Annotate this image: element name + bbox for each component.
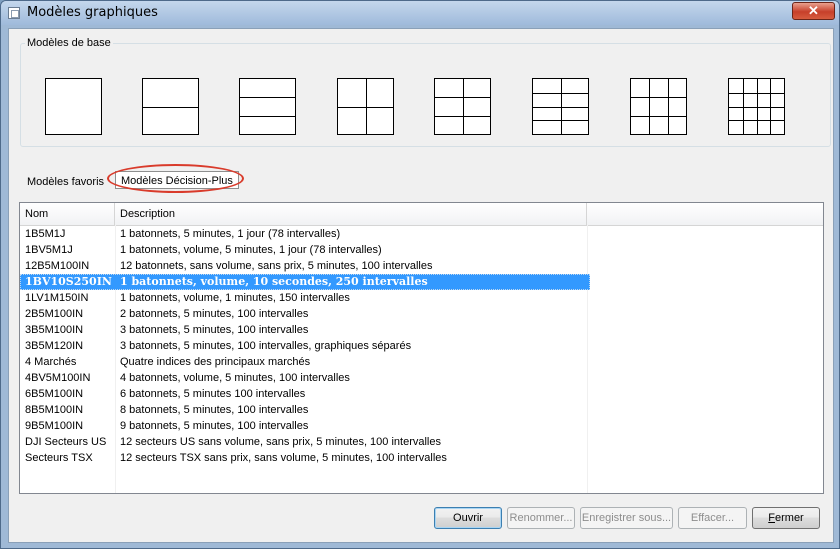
- cell-nom: 4 Marchés: [25, 356, 77, 368]
- cell-description: 1 batonnets, 5 minutes, 1 jour (78 inter…: [120, 228, 341, 240]
- close-accelerator: F: [768, 512, 775, 524]
- cell-nom: 6B5M100IN: [25, 388, 84, 400]
- cell-nom: DJI Secteurs US: [25, 436, 107, 448]
- cell-nom: 12B5M100IN: [25, 260, 90, 272]
- table-row[interactable]: 2B5M100IN 2 batonnets, 5 minutes, 100 int…: [20, 306, 590, 322]
- grid-line: [365, 79, 367, 134]
- base-templates-legend: Modèles de base: [27, 37, 111, 49]
- cell-description: 1 batonnets, volume, 10 secondes, 250 in…: [120, 275, 428, 288]
- cell-description: 8 batonnets, 5 minutes, 100 intervalles: [120, 404, 309, 416]
- table-row[interactable]: 1B5M1J 1 batonnets, 5 minutes, 1 jour (78…: [20, 226, 590, 242]
- grid-line: [143, 106, 198, 108]
- table-row[interactable]: 3B5M100IN 3 batonnets, 5 minutes, 100 int…: [20, 322, 590, 338]
- cell-description: 3 batonnets, 5 minutes, 100 intervalles,…: [120, 340, 412, 352]
- template-2-button[interactable]: [142, 78, 199, 135]
- window-title: Modèles graphiques: [27, 5, 158, 20]
- highlight-annotation: [107, 164, 244, 193]
- grid-line: [240, 97, 295, 99]
- table-row[interactable]: 6B5M100IN 6 batonnets, 5 minutes 100 inte…: [20, 386, 590, 402]
- models-table[interactable]: Nom Description 1B5M1J 1 batonnets, 5 min…: [19, 202, 824, 494]
- table-row[interactable]: 1LV1M150IN 1 batonnets, volume, 1 minutes…: [20, 290, 590, 306]
- close-label: ermer: [775, 512, 804, 524]
- cell-description: 9 batonnets, 5 minutes, 100 intervalles: [120, 420, 309, 432]
- grid-line: [742, 79, 744, 134]
- cell-description: 12 secteurs TSX sans prix, sans volume, …: [120, 452, 447, 464]
- cell-nom: 1BV5M1J: [25, 244, 73, 256]
- cell-description: 12 secteurs US sans volume, sans prix, 5…: [120, 436, 441, 448]
- table-row[interactable]: 1BV10S250IN 1 batonnets, volume, 10 secon…: [20, 274, 590, 290]
- close-window-button[interactable]: ✕: [792, 2, 835, 20]
- open-button[interactable]: Ouvrir: [434, 507, 502, 529]
- favorites-label: Modèles favoris: [27, 176, 105, 188]
- cell-description: 4 batonnets, volume, 5 minutes, 100 inte…: [120, 372, 350, 384]
- grid-line: [667, 79, 669, 134]
- table-row[interactable]: 8B5M100IN 8 batonnets, 5 minutes, 100 int…: [20, 402, 590, 418]
- template-3-button[interactable]: [239, 78, 296, 135]
- cell-description: 1 batonnets, volume, 1 minutes, 150 inte…: [120, 292, 350, 304]
- cell-nom: 4BV5M100IN: [25, 372, 91, 384]
- template-1-button[interactable]: [45, 78, 102, 135]
- close-button[interactable]: Fermer: [752, 507, 820, 529]
- table-row[interactable]: Secteurs TSX 12 secteurs TSX sans prix, s…: [20, 450, 590, 466]
- template-8-button[interactable]: [728, 78, 785, 135]
- grid-line: [631, 97, 686, 99]
- grid-line: [560, 79, 562, 134]
- cell-description: 3 batonnets, 5 minutes, 100 intervalles: [120, 324, 309, 336]
- table-row[interactable]: DJI Secteurs US 12 secteurs US sans volum…: [20, 434, 590, 450]
- template-7-button[interactable]: [630, 78, 687, 135]
- template-4-button[interactable]: [337, 78, 394, 135]
- template-6-button[interactable]: [532, 78, 589, 135]
- dialog-body: Modèles de base Modèles favoris Modèles …: [8, 28, 834, 543]
- cell-nom: 1LV1M150IN: [25, 292, 89, 304]
- cell-description: Quatre indices des principaux marchés: [120, 356, 311, 368]
- cell-nom: 9B5M100IN: [25, 420, 84, 432]
- grid-line: [631, 115, 686, 117]
- save-as-button[interactable]: Enregistrer sous...: [580, 507, 673, 529]
- delete-button[interactable]: Effacer...: [678, 507, 747, 529]
- window-icon: [8, 7, 20, 19]
- cell-nom: 1B5M1J: [25, 228, 66, 240]
- base-templates-group: Modèles de base: [20, 37, 831, 147]
- column-header-description[interactable]: Description: [115, 203, 587, 225]
- grid-line: [240, 115, 295, 117]
- template-5-button[interactable]: [434, 78, 491, 135]
- cell-nom: Secteurs TSX: [25, 452, 93, 464]
- cell-description: 6 batonnets, 5 minutes 100 intervalles: [120, 388, 306, 400]
- dialog-window: Modèles graphiques ✕ Modèles de base Mod…: [0, 0, 840, 549]
- cell-nom: 3B5M120IN: [25, 340, 84, 352]
- cell-description: 12 batonnets, sans volume, sans prix, 5 …: [120, 260, 433, 272]
- grid-line: [649, 79, 651, 134]
- cell-nom: 3B5M100IN: [25, 324, 84, 336]
- cell-description: 1 batonnets, volume, 5 minutes, 1 jour (…: [120, 244, 382, 256]
- cell-nom: 8B5M100IN: [25, 404, 84, 416]
- table-row[interactable]: 3B5M120IN 3 batonnets, 5 minutes, 100 int…: [20, 338, 590, 354]
- cell-nom: 1BV10S250IN: [25, 275, 112, 288]
- table-row[interactable]: 1BV5M1J 1 batonnets, volume, 5 minutes, 1…: [20, 242, 590, 258]
- grid-line: [770, 79, 772, 134]
- grid-line: [756, 79, 758, 134]
- table-row[interactable]: 9B5M100IN 9 batonnets, 5 minutes, 100 int…: [20, 418, 590, 434]
- table-row[interactable]: 12B5M100IN 12 batonnets, sans volume, san…: [20, 258, 590, 274]
- grid-line: [462, 79, 464, 134]
- cell-description: 2 batonnets, 5 minutes, 100 intervalles: [120, 308, 309, 320]
- title-bar[interactable]: Modèles graphiques ✕: [1, 1, 839, 25]
- table-row[interactable]: 4BV5M100IN 4 batonnets, volume, 5 minutes…: [20, 370, 590, 386]
- table-header: Nom Description: [20, 203, 823, 226]
- table-row[interactable]: 4 Marchés Quatre indices des principaux m…: [20, 354, 590, 370]
- cell-nom: 2B5M100IN: [25, 308, 84, 320]
- column-header-nom[interactable]: Nom: [20, 203, 115, 225]
- rename-button[interactable]: Renommer...: [507, 507, 575, 529]
